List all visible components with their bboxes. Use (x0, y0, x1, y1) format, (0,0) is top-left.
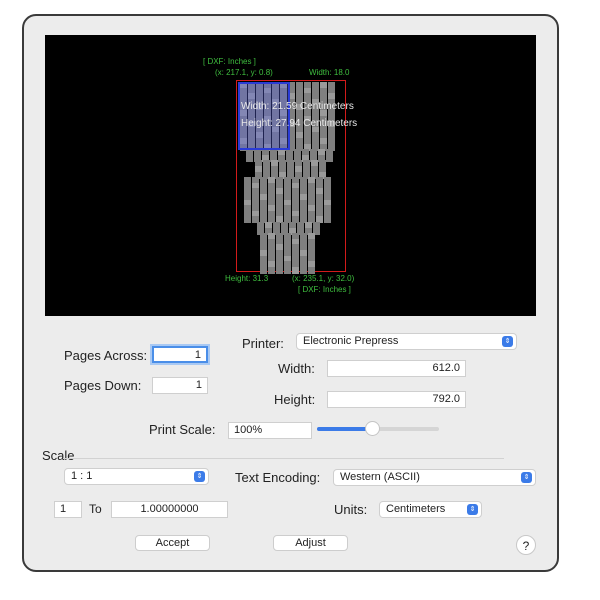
scale-section-label: Scale (42, 448, 75, 463)
printer-popup[interactable]: Electronic Prepress ⇕ (296, 333, 517, 350)
width-readout: Width: 18.0 (309, 68, 350, 77)
drawing-cell (246, 154, 253, 162)
drawing-cell (268, 266, 275, 274)
printer-label: Printer: (242, 336, 284, 351)
slider-fill (317, 427, 372, 431)
height-label: Height: (274, 392, 316, 407)
adjust-button[interactable]: Adjust (273, 535, 348, 551)
height-readout: Height: 31.3 (225, 274, 269, 283)
accept-button[interactable]: Accept (135, 535, 210, 551)
width-field[interactable]: 612.0 (327, 360, 466, 377)
scale-ratio-popup[interactable]: 1 : 1 ⇕ (64, 468, 209, 485)
drawing-cell (276, 266, 283, 274)
drawing-cell (260, 266, 267, 274)
pages-down-label: Pages Down: (64, 378, 142, 393)
page-width-text: Width: 21.59 Centimeters (241, 101, 354, 112)
scale-from-field[interactable]: 1 (54, 501, 82, 518)
bottom-coordinates: (x: 235.1, y: 32.0) (292, 274, 355, 283)
scale-divider (63, 458, 504, 459)
drawing-cell (308, 266, 315, 274)
units-value: Centimeters (386, 503, 446, 515)
chevron-updown-icon: ⇕ (521, 472, 532, 483)
bottom-dxf-label: [ DXF: Inches ] (298, 285, 351, 294)
units-label: Units: (334, 502, 368, 517)
printer-value: Electronic Prepress (303, 335, 399, 347)
text-encoding-label: Text Encoding: (235, 470, 321, 485)
drawing-cell (284, 266, 291, 274)
text-encoding-value: Western (ASCII) (340, 471, 420, 483)
drawing-cell (244, 216, 251, 224)
chevron-updown-icon: ⇕ (467, 504, 478, 515)
scale-to-field[interactable]: 1.00000000 (111, 501, 228, 518)
drawing-cell (292, 266, 299, 274)
height-field[interactable]: 792.0 (327, 391, 466, 408)
top-coordinates: (x: 217.1, y: 0.8) (215, 68, 273, 77)
units-popup[interactable]: Centimeters ⇕ (379, 501, 482, 518)
slider-knob[interactable] (364, 421, 380, 436)
pages-down-field[interactable]: 1 (152, 377, 208, 394)
print-scale-slider[interactable] (317, 421, 439, 436)
scale-ratio-value: 1 : 1 (71, 470, 93, 482)
print-scale-label: Print Scale: (149, 422, 216, 437)
chevron-updown-icon: ⇕ (502, 336, 513, 347)
chevron-updown-icon: ⇕ (194, 471, 205, 482)
drawing-preview: [ DXF: Inches ] (x: 217.1, y: 0.8) Width… (45, 35, 536, 316)
pages-across-label: Pages Across: (64, 348, 148, 363)
width-label: Width: (278, 361, 315, 376)
pages-across-field[interactable]: 1 (152, 346, 208, 363)
page-outline[interactable] (238, 82, 290, 150)
top-dxf-label: [ DXF: Inches ] (203, 57, 256, 66)
print-scale-field[interactable]: 100% (228, 422, 312, 439)
drawing-cell (324, 216, 331, 224)
drawing-cell (300, 266, 307, 274)
scale-to-label: To (89, 502, 102, 516)
text-encoding-popup[interactable]: Western (ASCII) ⇕ (333, 469, 536, 486)
help-button[interactable]: ? (516, 535, 536, 555)
page-height-text: Height: 27.94 Centimeters (241, 118, 358, 129)
drawing-cell (326, 154, 333, 162)
